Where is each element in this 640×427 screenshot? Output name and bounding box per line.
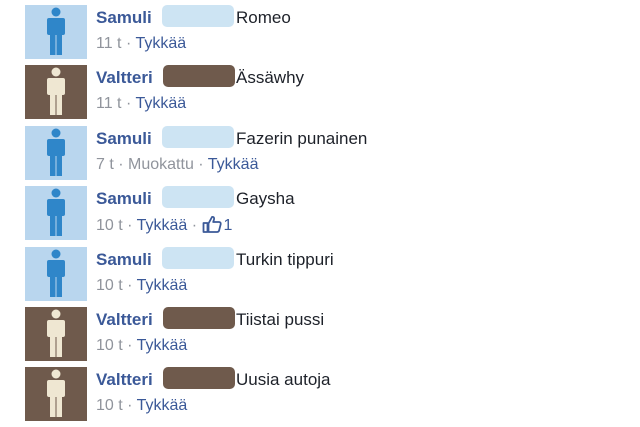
like-count[interactable]: 1 xyxy=(202,215,233,234)
redaction-block xyxy=(163,307,235,329)
person-silhouette-icon xyxy=(47,128,65,176)
comment: Samuli Romeo 11 t · Tykkää xyxy=(0,5,640,65)
person-silhouette-icon xyxy=(47,369,65,417)
comment-time[interactable]: 11 t xyxy=(96,95,122,112)
like-count-value: 1 xyxy=(223,217,233,234)
meta-separator: · xyxy=(125,35,132,52)
meta-separator: · xyxy=(127,277,133,294)
like-link[interactable]: Tykkää xyxy=(137,337,188,354)
avatar[interactable] xyxy=(25,247,87,301)
comment-time[interactable]: 10 t xyxy=(96,217,123,234)
thumbs-up-icon xyxy=(202,215,222,233)
meta-separator: · xyxy=(191,217,198,234)
redaction-block xyxy=(162,247,234,269)
comment-author[interactable]: Samuli xyxy=(96,250,152,270)
comment-text: Romeo xyxy=(236,8,291,27)
comment-author[interactable]: Valtteri xyxy=(96,68,153,88)
comment-text: Gaysha xyxy=(236,189,295,208)
comment: Valtteri Tiistai pussi 10 t · Tykkää xyxy=(0,307,640,367)
person-silhouette-icon xyxy=(47,7,65,55)
comment-meta: 10 t · Tykkää · 1 xyxy=(96,215,232,236)
meta-separator: · xyxy=(127,397,133,414)
comment-meta: 7 t · Muokattu · Tykkää xyxy=(96,155,258,175)
comment-author[interactable]: Samuli xyxy=(96,129,152,149)
comment: Valtteri Uusia autoja 10 t · Tykkää xyxy=(0,367,640,427)
comment-author[interactable]: Valtteri xyxy=(96,370,153,390)
avatar[interactable] xyxy=(25,126,87,180)
comment-time[interactable]: 7 t xyxy=(96,156,114,173)
comment: Samuli Fazerin punainen 7 t · Muokattu ·… xyxy=(0,126,640,186)
comment-meta: 10 t · Tykkää xyxy=(96,396,187,416)
meta-separator: · xyxy=(127,217,133,234)
redaction-block xyxy=(162,186,234,208)
redaction-block xyxy=(162,126,234,148)
avatar[interactable] xyxy=(25,186,87,240)
comment-text: Uusia autoja xyxy=(236,370,331,389)
person-silhouette-icon xyxy=(47,249,65,297)
comment-list: Samuli Romeo 11 t · Tykkää Valtteri Ässä… xyxy=(0,0,640,427)
redaction-block xyxy=(162,5,234,27)
comment-author[interactable]: Valtteri xyxy=(96,310,153,330)
meta-separator: · xyxy=(125,95,132,112)
avatar[interactable] xyxy=(25,5,87,59)
like-link[interactable]: Tykkää xyxy=(137,217,188,234)
comment-text: Ässäwhy xyxy=(236,68,305,87)
redaction-block xyxy=(163,65,235,87)
comment-time[interactable]: 10 t xyxy=(96,397,123,414)
comment-text: Tiistai pussi xyxy=(236,310,325,329)
like-link[interactable]: Tykkää xyxy=(135,95,186,112)
comment-meta: 10 t · Tykkää xyxy=(96,336,187,356)
comment-time[interactable]: 11 t xyxy=(96,35,122,52)
comment-author[interactable]: Samuli xyxy=(96,8,152,28)
comment-meta: 10 t · Tykkää xyxy=(96,276,187,296)
comment-time[interactable]: 10 t xyxy=(96,337,123,354)
meta-separator: · xyxy=(127,337,133,354)
meta-separator: · xyxy=(118,156,124,173)
like-link[interactable]: Tykkää xyxy=(137,397,188,414)
comment: Samuli Gaysha 10 t · Tykkää · 1 xyxy=(0,186,640,246)
comment-author[interactable]: Samuli xyxy=(96,189,152,209)
comment-text: Fazerin punainen xyxy=(236,129,368,148)
comment: Samuli Turkin tippuri 10 t · Tykkää xyxy=(0,247,640,307)
avatar[interactable] xyxy=(25,367,87,421)
redaction-block xyxy=(163,367,235,389)
comment: Valtteri Ässäwhy 11 t · Tykkää xyxy=(0,65,640,125)
person-silhouette-icon xyxy=(47,309,65,357)
comment-meta: 11 t · Tykkää xyxy=(96,34,186,54)
comment-meta: 11 t · Tykkää xyxy=(96,94,186,114)
avatar[interactable] xyxy=(25,307,87,361)
edited-label[interactable]: Muokattu xyxy=(128,156,194,173)
comment-text: Turkin tippuri xyxy=(236,250,334,269)
meta-separator: · xyxy=(198,156,204,173)
avatar[interactable] xyxy=(25,65,87,119)
like-link[interactable]: Tykkää xyxy=(135,35,186,52)
comment-time[interactable]: 10 t xyxy=(96,277,123,294)
person-silhouette-icon xyxy=(47,188,65,236)
like-link[interactable]: Tykkää xyxy=(137,277,188,294)
person-silhouette-icon xyxy=(47,67,65,115)
like-link[interactable]: Tykkää xyxy=(208,156,259,173)
